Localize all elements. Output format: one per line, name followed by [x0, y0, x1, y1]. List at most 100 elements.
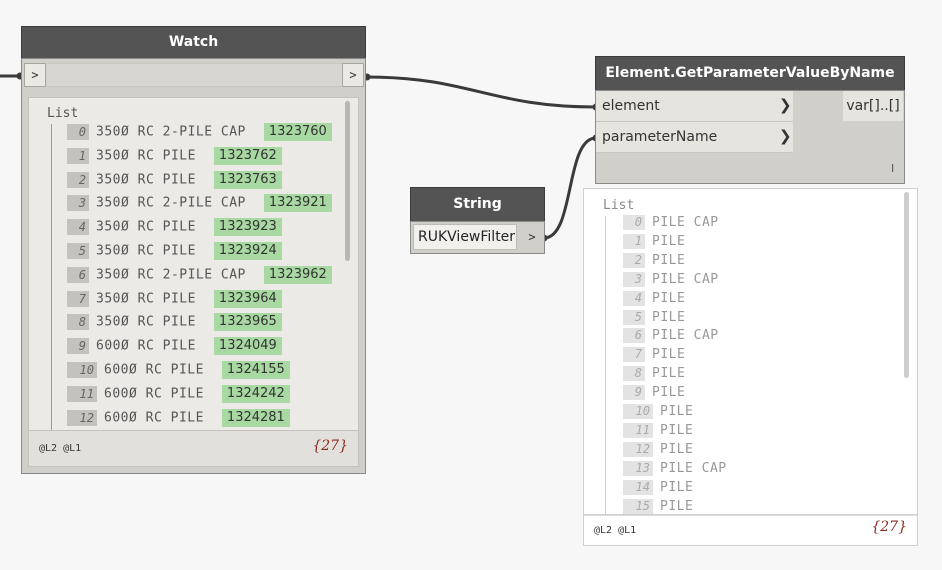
preview-list-item[interactable]: 13 PILE CAP [623, 460, 727, 480]
watch-list-item[interactable]: 2 350Ø RC PILE 1323763 [67, 170, 282, 193]
list-item-name: 600Ø RC PILE [104, 410, 204, 426]
element-id-link[interactable]: 1323762 [213, 146, 282, 165]
element-id-link[interactable]: 1323921 [263, 194, 332, 213]
preview-list-item[interactable]: 12 PILE [623, 441, 693, 461]
watch-scrollbar[interactable] [345, 101, 350, 261]
watch-list-item[interactable]: 9 600Ø RC PILE 1324049 [67, 337, 282, 359]
preview-list-item[interactable]: 8 PILE [623, 366, 685, 385]
element-id-link[interactable]: 1324049 [213, 337, 282, 356]
preview-item-value: PILE CAP [660, 460, 727, 476]
preview-list-item[interactable]: 7 PILE [623, 347, 685, 366]
preview-list-label: List [603, 198, 635, 213]
preview-item-index: 6 [623, 328, 645, 344]
get-parameter-node-title[interactable]: Element.GetParameterValueByName [595, 56, 905, 90]
list-item-name: 350Ø RC PILE [96, 148, 196, 164]
wire-watch-to-element[interactable] [366, 75, 597, 109]
element-id-link[interactable]: 1323760 [263, 123, 332, 141]
output-port-label[interactable]: var[]..[] [843, 91, 903, 121]
list-item-index: 6 [67, 266, 89, 283]
preview-list-item[interactable]: 2 PILE [623, 252, 686, 272]
preview-item-value: PILE [652, 252, 686, 268]
preview-item-index: 4 [623, 290, 645, 306]
preview-item-value: PILE [660, 422, 694, 438]
list-item-index: 10 [67, 362, 97, 378]
list-item-name: 350Ø RC 2-PILE CAP [96, 267, 246, 283]
list-item-index: 4 [67, 219, 89, 236]
watch-list-item[interactable]: 11 600Ø RC PILE 1324242 [67, 384, 290, 407]
preview-list-item[interactable]: 5 PILE [623, 309, 686, 329]
preview-item-value: PILE [660, 404, 694, 419]
parametername-input-port[interactable]: parameterName [596, 122, 793, 153]
list-item-index: 0 [67, 124, 89, 140]
watch-input-port[interactable]: > [24, 63, 46, 87]
watch-list-item[interactable]: 12 600Ø RC PILE 1324281 [67, 408, 290, 430]
list-item-name: 350Ø RC PILE [96, 172, 196, 188]
watch-list-item[interactable]: 8 350Ø RC PILE 1323965 [67, 313, 282, 335]
preview-item-value: PILE [652, 233, 686, 249]
preview-scrollbar[interactable] [904, 192, 909, 378]
string-output-port[interactable]: > [521, 224, 543, 250]
preview-list-item[interactable]: 10 PILE [623, 404, 693, 423]
string-value-input[interactable]: RUKViewFilter [413, 224, 517, 250]
watch-list-item[interactable]: 4 350Ø RC PILE 1323923 [67, 218, 282, 240]
lacing-indicator[interactable]: I [891, 162, 894, 175]
list-item-index: 3 [67, 195, 89, 212]
preview-list-item[interactable]: 9 PILE [623, 385, 685, 404]
list-item-index: 11 [67, 385, 97, 402]
preview-list-item[interactable]: 15 PILE [623, 498, 694, 515]
preview-item-value: PILE CAP [652, 215, 719, 230]
watch-list-panel[interactable]: List 0 350Ø RC 2-PILE CAP 1323760 1 350Ø RC … [28, 97, 359, 431]
list-item-name: 350Ø RC PILE [96, 314, 196, 330]
watch-levels-label[interactable]: @L2 @L1 [39, 443, 81, 454]
preview-item-index: 3 [623, 271, 645, 287]
preview-item-value: PILE [660, 498, 694, 514]
preview-tree-line [605, 216, 606, 514]
watch-list-item[interactable]: 5 350Ø RC PILE 1323924 [67, 242, 282, 264]
list-item-name: 600Ø RC PILE [104, 362, 204, 378]
list-item-name: 350Ø RC PILE [96, 243, 196, 259]
list-item-index: 1 [67, 147, 89, 164]
list-item-index: 5 [67, 243, 89, 259]
watch-list-item[interactable]: 1 350Ø RC PILE 1323762 [67, 146, 282, 169]
list-item-name: 350Ø RC PILE [96, 291, 196, 307]
watch-list-item[interactable]: 0 350Ø RC 2-PILE CAP 1323760 [67, 123, 332, 145]
preview-item-index: 8 [623, 366, 645, 382]
list-item-name: 350Ø RC 2-PILE CAP [96, 124, 246, 140]
element-id-link[interactable]: 1324155 [221, 361, 290, 379]
element-id-link[interactable]: 1323924 [213, 242, 282, 260]
preview-levels-label[interactable]: @L2 @L1 [594, 525, 636, 536]
watch-list-item[interactable]: 7 350Ø RC PILE 1323964 [67, 289, 282, 312]
watch-node-title[interactable]: Watch [21, 26, 366, 58]
watch-list-item[interactable]: 6 350Ø RC 2-PILE CAP 1323962 [67, 265, 332, 288]
preview-list-item[interactable]: 3 PILE CAP [623, 271, 719, 291]
watch-list-item[interactable]: 10 600Ø RC PILE 1324155 [67, 361, 290, 383]
element-input-port[interactable]: element [596, 91, 793, 122]
preview-item-index: 7 [623, 347, 645, 363]
preview-item-index: 5 [623, 309, 645, 325]
preview-item-index: 15 [623, 498, 653, 514]
element-id-link[interactable]: 1323962 [263, 265, 332, 284]
watch-list-item[interactable]: 3 350Ø RC 2-PILE CAP 1323921 [67, 194, 332, 216]
element-id-link[interactable]: 1323923 [213, 218, 282, 237]
preview-list-item[interactable]: 14 PILE [623, 479, 693, 499]
element-id-link[interactable]: 1323763 [213, 170, 282, 189]
preview-item-value: PILE CAP [652, 271, 719, 287]
preview-list-panel[interactable]: List 0 PILE CAP 1 PILE 2 PILE 3 PILE CAP 4 PILE 5 P… [583, 188, 918, 515]
preview-list-item[interactable]: 4 PILE [623, 290, 685, 310]
list-item-name: 350Ø RC 2-PILE CAP [96, 195, 246, 211]
list-item-index: 7 [67, 290, 89, 307]
list-item-name: 350Ø RC PILE [96, 219, 196, 235]
element-id-link[interactable]: 1323964 [213, 289, 282, 308]
string-node-title[interactable]: String [410, 187, 545, 221]
watch-tree-line [51, 124, 52, 430]
watch-output-port[interactable]: > [342, 63, 364, 87]
element-id-link[interactable]: 1323965 [213, 313, 282, 332]
preview-list-item[interactable]: 11 PILE [623, 422, 694, 442]
preview-item-value: PILE [652, 309, 686, 325]
watch-item-count: {27} [312, 438, 348, 454]
element-id-link[interactable]: 1324281 [221, 408, 290, 427]
preview-list-item[interactable]: 0 PILE CAP [623, 215, 719, 234]
element-id-link[interactable]: 1324242 [221, 384, 290, 403]
preview-list-item[interactable]: 1 PILE [623, 233, 686, 253]
preview-list-item[interactable]: 6 PILE CAP [623, 328, 719, 347]
